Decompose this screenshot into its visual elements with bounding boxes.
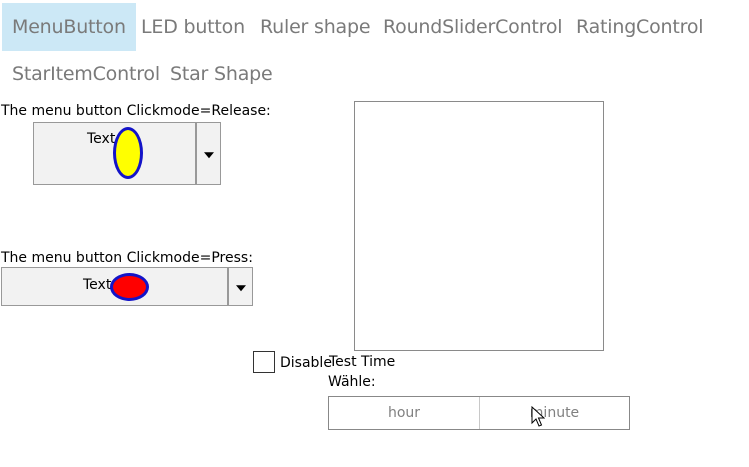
red-ellipse-icon (110, 273, 149, 301)
tab-led-button[interactable]: LED button (131, 3, 255, 51)
test-time-title: Test Time (329, 354, 396, 370)
tab-staritemcontrol[interactable]: StarItemControl (2, 50, 170, 98)
release-menu-button[interactable]: Text (33, 122, 196, 185)
hour-field[interactable]: hour (329, 397, 479, 429)
test-time-subtitle: Wähle: (328, 374, 376, 390)
press-button-text: Text (83, 277, 112, 293)
release-dropdown-button[interactable] (196, 122, 221, 185)
yellow-ellipse-icon (113, 127, 143, 179)
press-menu-button[interactable]: Text (1, 267, 228, 306)
chevron-down-icon (203, 151, 214, 158)
tab-menubutton[interactable]: MenuButton (2, 3, 136, 51)
release-mode-label: The menu button Clickmode=Release: (1, 103, 271, 119)
release-button-text: Text (87, 131, 116, 147)
minute-field[interactable]: minute (480, 397, 629, 429)
tab-ruler-shape[interactable]: Ruler shape (250, 3, 380, 51)
mouse-cursor-icon (531, 406, 545, 427)
press-dropdown-button[interactable] (228, 267, 253, 306)
tab-roundslidercontrol[interactable]: RoundSliderControl (373, 3, 572, 51)
press-mode-label: The menu button Clickmode=Press: (1, 250, 253, 266)
disable-checkbox[interactable] (253, 351, 275, 373)
tab-star-shape[interactable]: Star Shape (160, 50, 283, 98)
disable-checkbox-label: Disable (280, 355, 332, 371)
chevron-down-icon (235, 284, 246, 291)
time-picker[interactable]: hour minute (328, 396, 630, 430)
preview-box (354, 101, 604, 351)
tab-ratingcontrol[interactable]: RatingControl (566, 3, 713, 51)
